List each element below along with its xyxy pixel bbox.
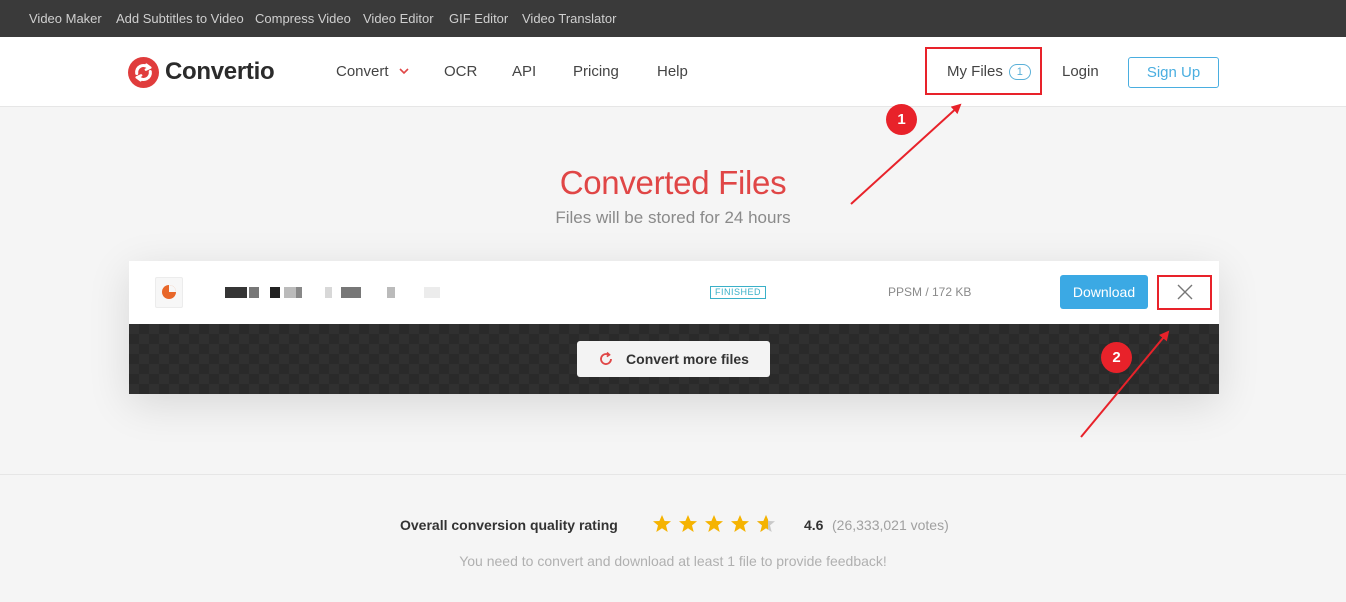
annotation-arrows bbox=[850, 103, 1170, 438]
annotation-step-2: 2 bbox=[1101, 342, 1132, 373]
annotation-step-1: 1 bbox=[886, 104, 917, 135]
